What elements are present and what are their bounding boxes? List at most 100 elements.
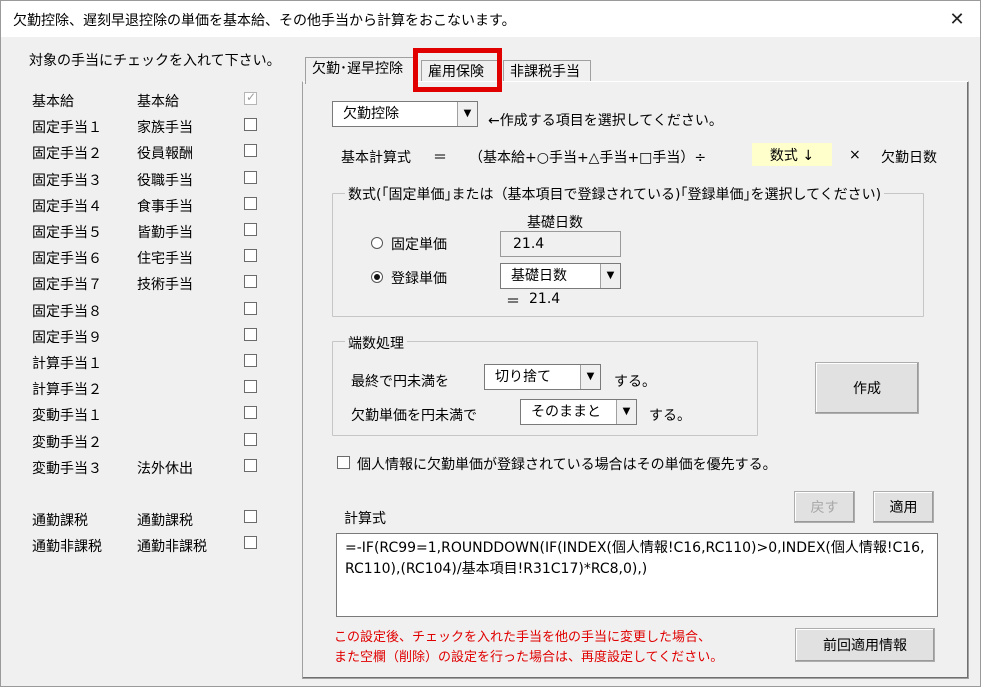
final-rounding-suffix: する。 [614, 374, 656, 390]
item-select-hint: ←作成する項目を選択してください。 [488, 113, 723, 129]
priority-checkbox[interactable] [337, 456, 350, 469]
allowance-item-label: 固定手当８ [32, 303, 102, 320]
final-rounding-select[interactable]: 切り捨て ▼ [484, 364, 601, 390]
calc-formula-textarea[interactable]: =-IF(RC99=1,ROUNDDOWN(IF(INDEX(個人情報!C16,… [336, 533, 938, 617]
allowance-name-label: 役職手当 [137, 172, 193, 189]
chevron-down-icon: ▼ [616, 400, 636, 424]
fixed-price-field[interactable]: 21.4 [500, 231, 621, 257]
formula-equals: ＝ [433, 150, 447, 166]
result-value: 21.4 [529, 291, 561, 307]
registered-price-value: 基礎日数 [511, 268, 567, 284]
allowance-checkbox[interactable] [244, 432, 257, 446]
allowance-checkbox[interactable] [244, 458, 257, 472]
allowance-checkbox[interactable] [244, 249, 257, 263]
tab-label: 非課税手当 [510, 64, 580, 80]
unit-price-group [332, 193, 924, 317]
allowance-name-label: 法外休出 [137, 460, 193, 477]
unit-rounding-suffix: する。 [649, 408, 691, 424]
allowance-item-label: 計算手当２ [32, 382, 102, 399]
close-icon[interactable]: ✕ [934, 1, 980, 37]
registered-price-radio[interactable] [371, 271, 383, 283]
previous-apply-info-button[interactable]: 前回適用情報 [795, 628, 935, 662]
allowance-item-label: 固定手当２ [32, 146, 102, 163]
commute-name-label: 通勤課税 [137, 513, 193, 529]
result-equals: ＝ [506, 294, 520, 310]
allowance-checkbox[interactable] [244, 118, 257, 132]
allowance-item-label: 固定手当９ [32, 329, 102, 346]
allowance-checkbox[interactable] [244, 406, 257, 420]
commute-checkbox[interactable] [244, 536, 257, 549]
allowance-item-label: 固定手当６ [32, 251, 102, 268]
allowance-checkbox[interactable] [244, 223, 257, 236]
window-title: 欠勤控除、遅刻早退控除の単価を基本給、その他手当から計算をおこないます。 [13, 13, 516, 29]
allowance-checkbox[interactable] [244, 275, 257, 289]
base-days-label: 基礎日数 [527, 215, 583, 231]
allowance-name-label: 食事手当 [137, 198, 193, 215]
final-rounding-label: 最終で円未満を [351, 374, 449, 390]
apply-button[interactable]: 適用 [873, 491, 934, 523]
allowance-checkbox[interactable] [244, 354, 257, 367]
item-select[interactable]: 欠勤控除 ▼ [332, 101, 478, 127]
commute-item-label: 通勤課税 [32, 513, 88, 529]
allowance-name-label: 基本給 [137, 94, 179, 110]
allowance-name-label: 技術手当 [137, 277, 193, 294]
warning-line-1: この設定後、チェックを入れた手当を他の手当に変更した場合、 [334, 630, 712, 645]
allowance-checkbox[interactable] [244, 327, 257, 341]
fixed-price-value: 21.4 [513, 236, 545, 252]
revert-button-label: 戻す [810, 500, 839, 516]
fixed-price-label: 固定単価 [391, 237, 447, 253]
allowance-item-label: 固定手当３ [32, 172, 102, 189]
chevron-down-icon: ▼ [580, 365, 600, 389]
dialog-window: 欠勤控除、遅刻早退控除の単価を基本給、その他手当から計算をおこないます。 ✕ 対… [0, 0, 981, 687]
commute-name-label: 通勤非課税 [137, 539, 207, 555]
warning-line-2: また空欄（削除）の設定を行った場合は、再度設定してください。 [334, 650, 724, 665]
allowance-checkbox[interactable] [244, 90, 257, 105]
calc-formula-label: 計算式 [344, 511, 386, 527]
allowance-name-label: 役員報酬 [137, 146, 193, 163]
allowance-item-label: 変動手当２ [32, 434, 102, 451]
formula-times: × [849, 147, 861, 163]
apply-button-label: 適用 [889, 500, 918, 516]
allowance-item-label: 計算手当１ [32, 356, 102, 372]
unit-rounding-select[interactable]: そのままと ▼ [520, 399, 637, 425]
title-bar: 欠勤控除、遅刻早退控除の単価を基本給、その他手当から計算をおこないます。 ✕ [1, 1, 980, 37]
create-button[interactable]: 作成 [815, 362, 919, 414]
allowance-item-label: 基本給 [32, 94, 74, 110]
formula-expression: （基本給+○手当+△手当+□手当）÷ [469, 150, 707, 166]
create-button-label: 作成 [853, 381, 881, 397]
final-rounding-value: 切り捨て [495, 369, 551, 385]
allowance-item-label: 固定手当４ [32, 198, 102, 215]
previous-apply-info-label: 前回適用情報 [823, 638, 907, 654]
tab-label: 欠勤･遅早控除 [312, 61, 403, 77]
unit-price-legend: 数式(｢固定単価｣または（基本項目で登録されている)｢登録単価｣を選択してくださ… [345, 184, 885, 204]
priority-checkbox-label: 個人情報に欠勤単価が登録されている場合はその単価を優先する。 [357, 457, 777, 473]
rounding-legend: 端数処理 [345, 333, 407, 353]
formula-highlight: 数式 ↓ [752, 143, 832, 166]
allowance-name-label: 住宅手当 [137, 251, 193, 268]
allowance-name-label: 家族手当 [137, 120, 193, 137]
allowance-item-label: 変動手当１ [32, 408, 102, 425]
tab-label: 雇用保険 [428, 64, 484, 80]
allowance-checkbox[interactable] [244, 144, 257, 158]
registered-price-label: 登録単価 [391, 271, 447, 287]
commute-item-label: 通勤非課税 [32, 539, 102, 555]
unit-rounding-value: そのままと [531, 404, 601, 420]
allowance-item-label: 固定手当７ [32, 277, 102, 294]
revert-button[interactable]: 戻す [794, 491, 855, 523]
allowance-name-label: 皆勤手当 [137, 225, 193, 241]
registered-price-select[interactable]: 基礎日数 ▼ [500, 263, 621, 289]
chevron-down-icon: ▼ [457, 102, 477, 126]
unit-rounding-label: 欠勤単価を円未満で [351, 408, 477, 424]
commute-checkbox[interactable] [244, 510, 257, 523]
allowance-checkbox[interactable] [244, 196, 257, 210]
allowance-checkbox[interactable] [244, 380, 257, 394]
item-select-value: 欠勤控除 [343, 106, 399, 122]
formula-highlight-text: 数式 ↓ [769, 147, 815, 164]
fixed-price-radio[interactable] [371, 237, 383, 249]
allowance-checkbox[interactable] [244, 301, 257, 315]
allowance-item-label: 変動手当３ [32, 460, 102, 477]
formula-absence-days: 欠勤日数 [881, 150, 937, 166]
tab-absence-deduction[interactable]: 欠勤･遅早控除 [305, 57, 415, 84]
allowance-checkbox[interactable] [244, 170, 257, 184]
calc-formula-text: =-IF(RC99=1,ROUNDDOWN(IF(INDEX(個人情報!C16,… [345, 540, 925, 577]
